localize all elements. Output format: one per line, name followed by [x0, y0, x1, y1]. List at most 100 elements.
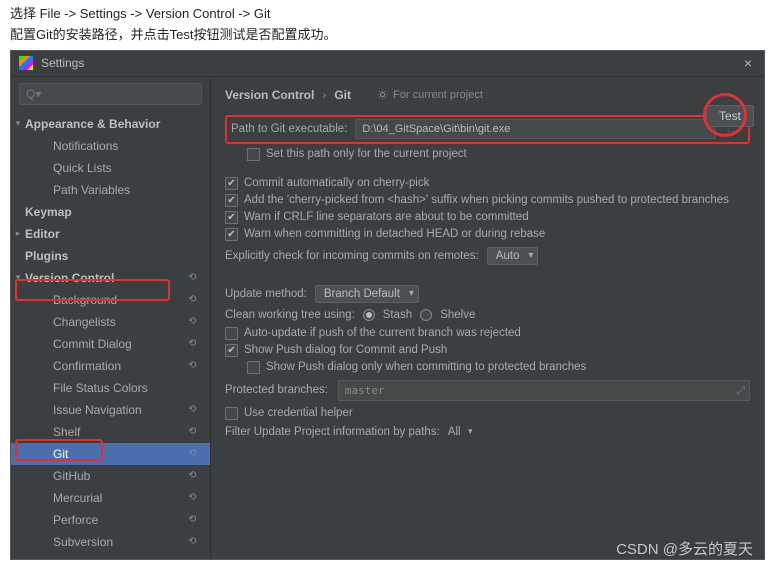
sidebar-item-label: Version Control	[25, 271, 188, 285]
reset-icon[interactable]: ⟲	[188, 558, 202, 559]
reset-icon[interactable]: ⟲	[188, 294, 202, 305]
sidebar-item-label: Notifications	[25, 139, 202, 153]
reset-icon[interactable]: ⟲	[188, 272, 202, 283]
git-path-input[interactable]	[355, 119, 716, 139]
sidebar-item-label: Shelf	[25, 425, 188, 439]
sidebar-item-label: Keymap	[25, 205, 202, 219]
sidebar-item-label: Quick Lists	[25, 161, 202, 175]
breadcrumb-root[interactable]: Version Control	[225, 88, 314, 102]
update-method-combo[interactable]: Branch Default	[315, 285, 419, 303]
sidebar-item-keymap[interactable]: Keymap	[11, 201, 210, 223]
reset-icon[interactable]: ⟲	[188, 470, 202, 481]
gear-icon	[377, 89, 388, 100]
reset-icon[interactable]: ⟲	[188, 316, 202, 327]
reset-icon[interactable]: ⟲	[188, 448, 202, 459]
arrow-icon: ▾	[11, 272, 25, 283]
sidebar-item-changelists[interactable]: Changelists⟲	[11, 311, 210, 333]
reset-icon[interactable]: ⟲	[188, 426, 202, 437]
sidebar-item-background[interactable]: Background⟲	[11, 289, 210, 311]
cb-auto-update[interactable]	[225, 327, 238, 340]
reset-icon[interactable]: ⟲	[188, 514, 202, 525]
reset-icon[interactable]: ⟲	[188, 338, 202, 349]
sidebar-item-path-variables[interactable]: Path Variables	[11, 179, 210, 201]
sidebar-item-label: Changelists	[25, 315, 188, 329]
radio-shelve[interactable]	[420, 309, 432, 321]
cb-warn-detached[interactable]	[225, 228, 238, 241]
window-title: Settings	[41, 56, 740, 70]
sidebar-item-label: Appearance & Behavior	[25, 117, 202, 131]
filter-paths-label: Filter Update Project information by pat…	[225, 426, 440, 438]
sidebar-item-label: Plugins	[25, 249, 202, 263]
sidebar-item-label: Path Variables	[25, 183, 202, 197]
scope-label: For current project	[377, 89, 483, 101]
cb-path-current-only[interactable]	[247, 148, 260, 161]
sidebar-item-label: Editor	[25, 227, 202, 241]
cb-add-suffix[interactable]	[225, 194, 238, 207]
protected-branches-label: Protected branches:	[225, 384, 328, 396]
sidebar-item-label: Project: testproject	[25, 557, 188, 559]
breadcrumb: Version Control › Git For current projec…	[225, 85, 750, 105]
sidebar: ▾Appearance & BehaviorNotificationsQuick…	[11, 77, 211, 559]
radio-stash[interactable]	[363, 309, 375, 321]
sidebar-item-project-testproject[interactable]: ▸Project: testproject⟲	[11, 553, 210, 559]
explicit-check-label: Explicitly check for incoming commits on…	[225, 250, 479, 262]
expand-icon[interactable]: ⤢	[736, 384, 745, 398]
sidebar-item-quick-lists[interactable]: Quick Lists	[11, 157, 210, 179]
settings-tree: ▾Appearance & BehaviorNotificationsQuick…	[11, 111, 210, 559]
reset-icon[interactable]: ⟲	[188, 360, 202, 371]
sidebar-item-label: GitHub	[25, 469, 188, 483]
arrow-icon: ▸	[11, 228, 25, 239]
sidebar-item-version-control[interactable]: ▾Version Control⟲	[11, 267, 210, 289]
test-button[interactable]: Test	[706, 105, 754, 127]
titlebar: Settings ×	[11, 51, 764, 77]
settings-window: Settings × ▾Appearance & BehaviorNotific…	[10, 50, 765, 560]
search-box[interactable]	[19, 83, 202, 105]
sidebar-item-issue-navigation[interactable]: Issue Navigation⟲	[11, 399, 210, 421]
clean-tree-label: Clean working tree using:	[225, 309, 355, 321]
sidebar-item-editor[interactable]: ▸Editor	[11, 223, 210, 245]
sidebar-item-shelf[interactable]: Shelf⟲	[11, 421, 210, 443]
protected-branches-input[interactable]: master ⤢	[338, 380, 750, 401]
instruction-line-2: 配置Git的安装路径，并点击Test按钮测试是否配置成功。	[10, 25, 765, 46]
sidebar-item-perforce[interactable]: Perforce⟲	[11, 509, 210, 531]
sidebar-item-subversion[interactable]: Subversion⟲	[11, 531, 210, 553]
update-method-label: Update method:	[225, 288, 307, 300]
cb-warn-crlf[interactable]	[225, 211, 238, 224]
filter-paths-combo[interactable]: All ▾	[448, 426, 473, 438]
close-button[interactable]: ×	[740, 55, 756, 71]
sidebar-item-confirmation[interactable]: Confirmation⟲	[11, 355, 210, 377]
reset-icon[interactable]: ⟲	[188, 536, 202, 547]
sidebar-item-git[interactable]: Git⟲	[11, 443, 210, 465]
sidebar-item-label: Issue Navigation	[25, 403, 188, 417]
sidebar-item-mercurial[interactable]: Mercurial⟲	[11, 487, 210, 509]
breadcrumb-current: Git	[334, 88, 351, 102]
sidebar-item-github[interactable]: GitHub⟲	[11, 465, 210, 487]
sidebar-item-label: Confirmation	[25, 359, 188, 373]
search-input[interactable]	[19, 83, 202, 105]
main-panel: Version Control › Git For current projec…	[211, 77, 764, 559]
watermark: CSDN @多云的夏天	[616, 538, 753, 559]
breadcrumb-separator: ›	[322, 88, 326, 102]
explicit-check-combo[interactable]: Auto	[487, 247, 539, 265]
reset-icon[interactable]: ⟲	[188, 492, 202, 503]
git-path-row: Path to Git executable: 🗀	[225, 115, 750, 144]
cb-show-push[interactable]	[225, 344, 238, 357]
sidebar-item-notifications[interactable]: Notifications	[11, 135, 210, 157]
arrow-icon: ▸	[11, 558, 25, 559]
cb-show-push-protected[interactable]	[247, 361, 260, 374]
sidebar-item-file-status-colors[interactable]: File Status Colors	[11, 377, 210, 399]
instruction-line-1: 选择 File -> Settings -> Version Control -…	[10, 4, 765, 25]
sidebar-item-appearance-behavior[interactable]: ▾Appearance & Behavior	[11, 113, 210, 135]
sidebar-item-label: File Status Colors	[25, 381, 202, 395]
cb-credential-helper[interactable]	[225, 407, 238, 420]
sidebar-item-label: Perforce	[25, 513, 188, 527]
sidebar-item-label: Background	[25, 293, 188, 307]
sidebar-item-label: Git	[25, 447, 188, 461]
sidebar-item-label: Mercurial	[25, 491, 188, 505]
sidebar-item-commit-dialog[interactable]: Commit Dialog⟲	[11, 333, 210, 355]
sidebar-item-plugins[interactable]: Plugins	[11, 245, 210, 267]
app-icon	[19, 56, 33, 70]
cb-commit-auto[interactable]	[225, 177, 238, 190]
arrow-icon: ▾	[11, 118, 25, 129]
reset-icon[interactable]: ⟲	[188, 404, 202, 415]
